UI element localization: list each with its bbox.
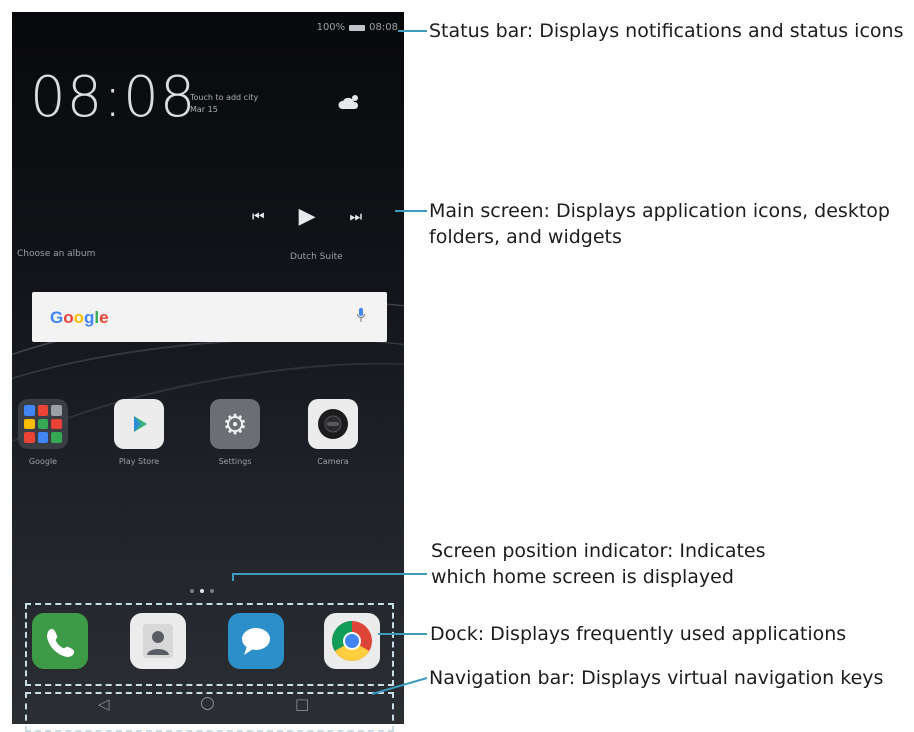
- main-screen-callout: Main screen: Displays application icons,…: [429, 200, 890, 248]
- status-bar-callout: Status bar: Displays notifications and s…: [429, 20, 904, 42]
- indicator-leader: [232, 573, 427, 581]
- navigation-bar-callout: Navigation bar: Displays virtual navigat…: [429, 667, 884, 689]
- screen-indicator-callout: Screen position indicator: Indicates whi…: [431, 540, 766, 588]
- dock-callout: Dock: Displays frequently used applicati…: [430, 623, 847, 645]
- navigation-leader: [371, 677, 428, 695]
- callout-lines: [232, 30, 428, 695]
